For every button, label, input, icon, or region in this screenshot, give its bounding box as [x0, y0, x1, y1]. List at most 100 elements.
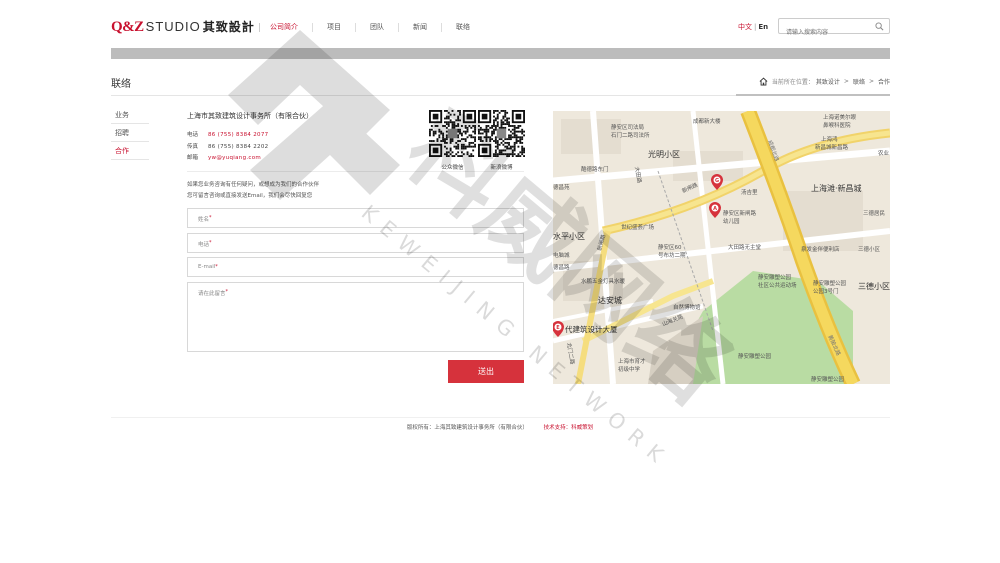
email-placeholder: E-mail [198, 264, 216, 270]
breadcrumb: 当前所在位置： 其致设计 > 联络 > 合作 [759, 77, 890, 86]
email-field[interactable]: E-mail* [187, 257, 524, 277]
logo-studio: STUDIO [145, 19, 201, 34]
map-label: 石门二路司法所 [611, 131, 650, 139]
phone-placeholder: 电话 [198, 242, 210, 248]
map-label: 静安区司法局 [611, 123, 644, 131]
message-placeholder: 请在此留言 [198, 291, 226, 297]
submit-button[interactable]: 送出 [448, 360, 524, 383]
header: Q&Z STUDIO 其致設計 公司简介 项目 团队 新闻 联络 中文 | En [111, 14, 890, 40]
map-label: 农业 [878, 149, 890, 157]
lang-en[interactable]: En [758, 23, 768, 31]
required-mark: * [209, 215, 212, 221]
nav-item-news[interactable]: 新闻 [398, 23, 441, 32]
map-label: 新昌城新昌路 [815, 143, 849, 151]
company-name: 上海市其致建筑设计事务所（有限合伙） [187, 112, 313, 120]
name-field[interactable]: 姓名* [187, 208, 524, 228]
phone-field[interactable]: 电话* [187, 233, 524, 253]
fax-value: 86 (755) 8384 2202 [208, 143, 269, 150]
breadcrumb-current: 合作 [877, 79, 890, 86]
intro-line-2: 您可留言咨询或直接发送Email，我们会尽快回复您 [187, 193, 313, 199]
map-label: 鼻喉科医院 [823, 121, 851, 129]
sidebar-item-business[interactable]: 业务 [111, 106, 149, 124]
email-link[interactable]: yw@yuqiang.com [208, 153, 261, 165]
breadcrumb-contact[interactable]: 联络 [853, 77, 865, 86]
copyright-text: 版权所有：上海其致建筑设计事务所（有限合伙） [406, 425, 528, 431]
email-label: 邮箱 [187, 155, 199, 161]
map-label: 上海市育才 [618, 357, 646, 365]
map-label: 三德小区 [858, 245, 881, 253]
breadcrumb-home[interactable]: 其致设计 [816, 77, 840, 86]
map-label: 幼儿园 [723, 217, 740, 225]
location-map[interactable]: 静安区司法局 石门二路司法所 成都新大楼 上海诺美尔眼 鼻喉科医院 上海鸿 新昌… [553, 111, 890, 384]
map-label: 德昌苑 [553, 183, 570, 191]
map-label: 静安雕塑公园 [811, 375, 845, 383]
nav-item-team[interactable]: 团队 [355, 23, 398, 32]
map-label: 公园3号门 [813, 287, 839, 295]
nav-item-contact[interactable]: 联络 [441, 23, 484, 32]
contact-info: 电话 86 (755) 8384 2077 传真 86 (755) 8384 220… [187, 130, 268, 165]
map-label: 光明小区 [648, 149, 680, 159]
map-label: 上海滩·新昌城 [811, 183, 862, 193]
lang-separator: | [754, 23, 757, 31]
qr-code-icon [429, 110, 476, 157]
map-label: 上海诺美尔眼 [823, 113, 857, 121]
watermark-logo-icon [228, 30, 390, 140]
map-label: 号布坊二期 [658, 251, 686, 259]
required-mark: * [225, 289, 229, 295]
map-label: 达安城 [598, 295, 622, 305]
map-label: 静安区新闸路 [723, 209, 757, 217]
form-intro: 如果您业务咨询有任何疑问，或想成为我们的合作伙伴 您可留言咨询或直接发送Emai… [187, 180, 319, 202]
map-label: 世纪盛荟广场 [621, 223, 655, 231]
map-label: 上海鸿 [821, 135, 838, 143]
phone-label: 电话 [187, 132, 199, 138]
footer: 版权所有：上海其致建筑设计事务所（有限合伙） 技术支持：科威策划 [0, 423, 1000, 431]
nav-item-about[interactable]: 公司简介 [259, 23, 312, 32]
sidebar-item-cooperation[interactable]: 合作 [111, 142, 149, 160]
breadcrumb-arrow-icon: > [868, 78, 874, 85]
tech-support-link[interactable]: 技术支持：科威策划 [544, 425, 594, 431]
map-canvas[interactable]: 静安区司法局 石门二路司法所 成都新大楼 上海诺美尔眼 鼻喉科医院 上海鸿 新昌… [553, 111, 890, 384]
search-icon[interactable] [875, 22, 884, 31]
map-label: 泉发金伴便利店 [801, 245, 840, 253]
home-icon[interactable] [759, 77, 768, 86]
logo[interactable]: Q&Z STUDIO 其致設計 [111, 18, 255, 36]
lang-zh[interactable]: 中文 [738, 23, 752, 31]
main-nav: 公司简介 项目 团队 新闻 联络 [259, 23, 484, 32]
content-divider [187, 171, 524, 172]
footer-divider [111, 417, 890, 418]
logo-mark: Q&Z [111, 19, 144, 35]
map-label: 自然博物馆 [673, 303, 701, 311]
map-label: 初级中学 [618, 365, 641, 373]
marker-label: A [713, 206, 717, 212]
marker-label: G [715, 178, 719, 184]
map-label: 三德小区 [858, 281, 890, 291]
breadcrumb-prefix: 当前所在位置： [771, 79, 814, 86]
map-label: 静安区60 [658, 243, 682, 251]
map-label: 汤吉里 [741, 188, 758, 196]
breadcrumb-arrow-icon: > [843, 78, 849, 85]
page: Q&Z STUDIO 其致設計 公司简介 项目 团队 新闻 联络 中文|En 联… [0, 0, 1000, 563]
fax-label: 传真 [187, 143, 199, 150]
map-label: 水平小区 [553, 231, 585, 241]
map-label: 水鹏五金灯具水暖 [581, 277, 626, 285]
name-placeholder: 姓名 [198, 217, 210, 223]
logo-cn: 其致設計 [202, 20, 255, 34]
marker-label: E [556, 325, 560, 331]
map-label: 三德居民 [863, 209, 886, 217]
search-input[interactable] [779, 25, 869, 40]
nav-item-projects[interactable]: 项目 [312, 23, 355, 32]
intro-line-1: 如果您业务咨询有任何疑问，或想成为我们的合作伙伴 [187, 182, 320, 188]
sidebar-item-recruitment[interactable]: 招聘 [111, 124, 149, 142]
search-box [778, 18, 890, 40]
sidebar: 业务 招聘 合作 [111, 106, 149, 160]
map-label: 德昌路 [553, 263, 570, 271]
map-label: 代建筑设计大厦 [565, 324, 618, 334]
map-label: 静安雕塑公园 [738, 352, 772, 360]
map-label: 大田路无主堂 [728, 243, 762, 251]
map-label: 静安雕塑公园 [758, 273, 792, 281]
phone-value: 86 (755) 8384 2077 [208, 132, 269, 138]
language-switch: 中文 | En [738, 23, 768, 32]
message-textarea[interactable]: 请在此留言* [187, 282, 524, 352]
qr-weibo: 新浪微博 [478, 110, 525, 171]
banner-bar [111, 48, 890, 59]
